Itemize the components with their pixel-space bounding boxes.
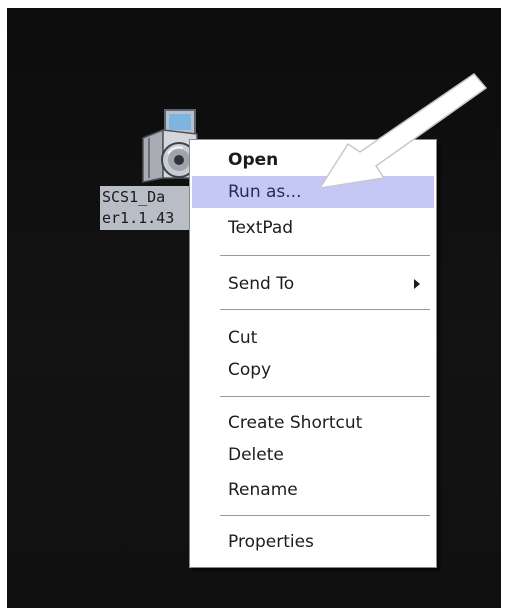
menu-item-copy[interactable]: Copy: [192, 354, 434, 386]
menu-item-label: Run as...: [228, 182, 302, 202]
context-menu: Open Run as... TextPad Send To Cut Copy …: [189, 139, 437, 568]
desktop-icon-label-line: er1.1.43: [102, 209, 175, 227]
annotation-arrow-icon: [318, 73, 488, 189]
menu-separator: [220, 396, 430, 398]
desktop-icon-installer[interactable]: SCS1_Da er1.1.43: [100, 108, 200, 248]
menu-item-label: Open: [228, 150, 279, 170]
screenshot-frame: SCS1_Da er1.1.43 Open Run as... TextPad …: [0, 0, 507, 608]
menu-item-create-shortcut[interactable]: Create Shortcut: [192, 407, 434, 439]
desktop-icon-label: SCS1_Da er1.1.43: [100, 186, 198, 230]
menu-item-label: Delete: [228, 445, 284, 465]
menu-item-label: Create Shortcut: [228, 413, 363, 433]
menu-separator: [220, 255, 430, 257]
menu-item-delete[interactable]: Delete: [192, 439, 434, 471]
menu-item-label: Properties: [228, 532, 314, 552]
desktop-icon-label-line: SCS1_Da: [102, 188, 166, 206]
menu-item-textpad[interactable]: TextPad: [192, 212, 434, 244]
menu-item-rename[interactable]: Rename: [192, 474, 434, 506]
menu-separator: [220, 309, 430, 311]
menu-item-label: Send To: [228, 274, 295, 294]
menu-item-cut[interactable]: Cut: [192, 322, 434, 354]
menu-item-label: TextPad: [228, 218, 294, 238]
menu-item-properties[interactable]: Properties: [192, 526, 434, 558]
menu-item-label: Cut: [228, 328, 258, 348]
menu-separator: [220, 515, 430, 517]
menu-item-send-to[interactable]: Send To: [192, 268, 434, 300]
submenu-arrow-icon: [414, 279, 420, 289]
menu-item-label: Copy: [228, 360, 272, 380]
menu-item-label: Rename: [228, 480, 298, 500]
